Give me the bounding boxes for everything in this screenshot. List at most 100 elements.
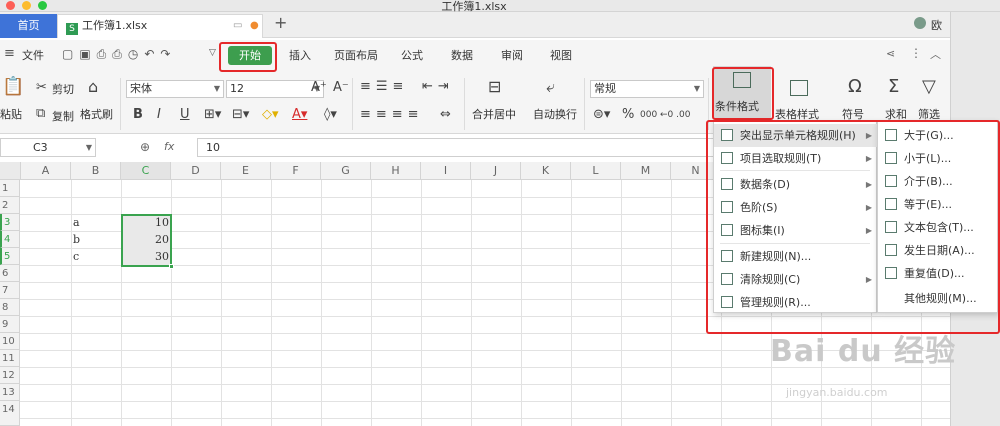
underline-icon[interactable]: U <box>180 108 190 122</box>
avatar[interactable] <box>914 17 926 29</box>
cut-button[interactable]: 剪切 <box>52 81 74 97</box>
watermark-url: jingyan.baidu.com <box>786 386 888 399</box>
monitor-icon: ▭ <box>233 20 243 31</box>
indent-icons[interactable]: ⇤⇥ <box>422 80 454 94</box>
table-style-icon[interactable] <box>790 80 808 96</box>
cell-C4[interactable]: 20 <box>121 233 169 246</box>
cell-B5[interactable]: c <box>73 250 79 263</box>
column-header[interactable]: A <box>21 162 71 180</box>
vertical-align-icons[interactable]: ≡☰≡ <box>360 80 408 94</box>
cell-C3[interactable]: 10 <box>121 216 169 229</box>
menu-review[interactable]: 审阅 <box>501 47 523 63</box>
column-header[interactable]: L <box>571 162 621 180</box>
row-header[interactable]: 7 <box>0 282 20 299</box>
wrap-text-button[interactable]: 自动换行 <box>533 106 577 122</box>
omega-icon[interactable]: Ω <box>848 78 862 96</box>
collapse-ribbon-icon[interactable]: ︿ <box>930 46 941 62</box>
menu-file[interactable]: 文件 <box>22 47 44 63</box>
font-size-select[interactable]: 12 ▼ <box>226 80 324 98</box>
eraser-icon[interactable]: ◊▾ <box>324 108 337 122</box>
paste-button[interactable]: 粘贴 <box>0 106 22 122</box>
copy-icon[interactable]: ⧉ <box>36 107 45 121</box>
row-header[interactable]: 13 <box>0 384 20 401</box>
font-name-select[interactable]: 宋体 ▼ <box>126 80 224 98</box>
tab-home[interactable]: 首页 <box>0 14 57 38</box>
tab-workbook-label: 工作簿1.xlsx <box>82 19 148 32</box>
row-header[interactable]: 9 <box>0 316 20 333</box>
thousands-icon[interactable]: 000 <box>640 108 657 122</box>
annotation-start-highlight <box>219 42 277 72</box>
merge-cells-icon[interactable]: ⊟ <box>488 79 501 95</box>
column-header[interactable]: J <box>471 162 521 180</box>
row-header[interactable]: 3 <box>0 214 20 231</box>
row-header[interactable]: 11 <box>0 350 20 367</box>
column-header[interactable]: H <box>371 162 421 180</box>
cell-reference-box[interactable]: C3 ▼ <box>0 138 96 157</box>
border-icon[interactable]: ⊞▾ <box>204 108 221 122</box>
number-format-select[interactable]: 常规 ▼ <box>590 80 704 98</box>
currency-icon[interactable]: ⊜▾ <box>593 108 610 122</box>
bold-icon[interactable]: B <box>133 108 143 122</box>
row-header[interactable]: 14 <box>0 401 20 426</box>
fill-handle[interactable] <box>169 264 174 269</box>
fx-icon[interactable]: fx <box>164 140 174 153</box>
row-header[interactable]: 6 <box>0 265 20 282</box>
wrap-text-icon[interactable]: ⤶ <box>546 79 555 95</box>
row-header[interactable]: 12 <box>0 367 20 384</box>
percent-icon[interactable]: % <box>622 108 634 122</box>
row-header[interactable]: 5 <box>0 248 20 265</box>
quick-access-icons[interactable]: ▢▣⎙⎙◷↶↷ <box>62 47 176 62</box>
format-painter-button[interactable]: 格式刷 <box>80 106 113 122</box>
column-header[interactable]: D <box>171 162 221 180</box>
cell-border-style-icon[interactable]: ⊟▾ <box>232 108 249 122</box>
column-header[interactable]: G <box>321 162 371 180</box>
row-header[interactable]: 1 <box>0 180 20 197</box>
menu-insert[interactable]: 插入 <box>289 47 311 63</box>
format-painter-icon[interactable]: ⌂ <box>88 79 98 95</box>
menu-view[interactable]: 视图 <box>550 47 572 63</box>
row-header[interactable]: 4 <box>0 231 20 248</box>
grid-line <box>471 180 472 426</box>
divider <box>584 78 585 130</box>
fill-color-icon[interactable]: ◇▾ <box>262 108 279 122</box>
menu-formula[interactable]: 公式 <box>401 47 423 63</box>
increase-font-icon[interactable]: A⁺ <box>311 81 327 95</box>
chevron-down-icon[interactable]: ▽ <box>209 48 216 58</box>
formula-input[interactable]: 10 <box>197 138 717 157</box>
filter-icon[interactable]: ▽ <box>922 78 936 96</box>
menu-page-layout[interactable]: 页面布局 <box>334 47 378 63</box>
decimal-icons[interactable]: ←0 .00 <box>660 108 690 122</box>
italic-icon[interactable]: I <box>157 108 161 122</box>
column-header[interactable]: F <box>271 162 321 180</box>
column-header[interactable]: B <box>71 162 121 180</box>
tab-workbook[interactable]: S 工作簿1.xlsx ▭ ● <box>57 14 263 38</box>
column-header[interactable]: C <box>121 162 171 180</box>
more-icon[interactable]: ⋮ <box>910 46 922 60</box>
row-header[interactable]: 2 <box>0 197 20 214</box>
cell-B3[interactable]: a <box>73 216 80 229</box>
sigma-icon[interactable]: Σ <box>888 78 899 96</box>
zoom-icon[interactable]: ⊕ <box>140 140 150 154</box>
paste-icon[interactable]: 📋 <box>2 78 24 96</box>
column-header[interactable]: E <box>221 162 271 180</box>
select-all-corner[interactable] <box>0 162 21 180</box>
horizontal-align-icons[interactable]: ≡≡≡≡ <box>360 108 424 122</box>
window-titlebar: 工作簿1.xlsx <box>0 0 1000 13</box>
scissors-icon[interactable]: ✂ <box>36 81 47 95</box>
cell-B4[interactable]: b <box>73 233 80 246</box>
decrease-font-icon[interactable]: A⁻ <box>333 81 349 95</box>
row-header[interactable]: 8 <box>0 299 20 316</box>
copy-button[interactable]: 复制 <box>52 108 74 124</box>
column-header[interactable]: K <box>521 162 571 180</box>
hamburger-icon[interactable]: ≡ <box>4 46 15 61</box>
column-header[interactable]: I <box>421 162 471 180</box>
new-tab-button[interactable]: + <box>274 13 287 32</box>
column-header[interactable]: M <box>621 162 671 180</box>
share-icon[interactable]: ⋖ <box>886 47 895 60</box>
row-header[interactable]: 10 <box>0 333 20 350</box>
distributed-align-icon[interactable]: ⇔ <box>440 108 451 122</box>
menu-data[interactable]: 数据 <box>451 47 473 63</box>
merge-center-button[interactable]: 合并居中 <box>472 106 516 122</box>
cell-C5[interactable]: 30 <box>121 250 169 263</box>
font-color-icon[interactable]: A▾ <box>292 108 307 122</box>
